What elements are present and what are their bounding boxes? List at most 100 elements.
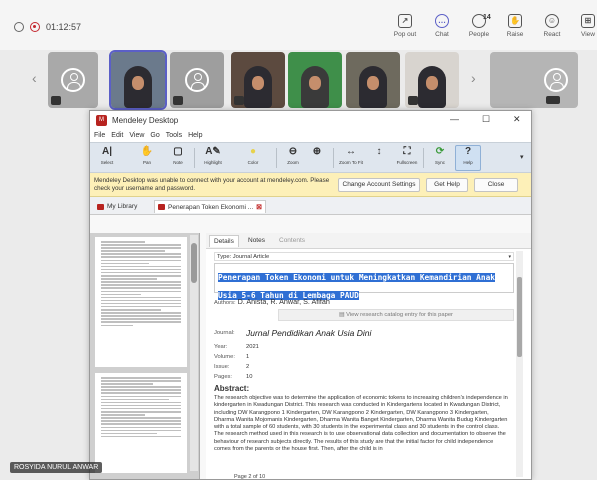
pdf-scrollbar[interactable] xyxy=(190,235,198,471)
participant-video xyxy=(418,66,446,108)
cursor-icon: A| xyxy=(101,146,113,157)
volume-row: Volume: 1 xyxy=(214,354,250,360)
toolbar-overflow-icon[interactable]: ▾ xyxy=(520,153,524,161)
participant-tile-video[interactable] xyxy=(346,52,400,108)
mic-off-icon xyxy=(408,96,418,105)
participant-video xyxy=(301,66,329,108)
toolbar-divider xyxy=(194,148,195,168)
pdf-page xyxy=(95,373,187,473)
mic-off-icon xyxy=(234,96,244,105)
menu-help[interactable]: Help xyxy=(188,132,202,139)
change-account-settings-button[interactable]: Change Account Settings xyxy=(338,178,420,192)
zoom-fit-button[interactable]: ↔ Zoom To Fit xyxy=(338,146,364,165)
details-scrollbar[interactable] xyxy=(516,251,523,477)
chevron-right-icon[interactable]: › xyxy=(471,70,476,86)
raise-hand-button[interactable]: ✋ Raise xyxy=(497,14,533,38)
fit-height-icon: ↕ xyxy=(376,146,382,157)
fullscreen-icon: ⛶ xyxy=(403,146,411,157)
color-icon: ● xyxy=(249,146,257,157)
participant-tile-video[interactable] xyxy=(109,50,167,110)
pages-row: Pages: 10 xyxy=(214,374,253,380)
pop-out-button[interactable]: ↗ Pop out xyxy=(387,14,423,38)
journal-field[interactable]: Jurnal Pendidikan Anak Usia Dini xyxy=(246,328,371,338)
participant-tile[interactable] xyxy=(170,52,224,108)
highlight-tool-button[interactable]: A✎ Highlight xyxy=(200,146,226,165)
pdf-page xyxy=(95,237,187,367)
view-button[interactable]: ⊞ View xyxy=(570,14,597,38)
get-help-button[interactable]: Get Help xyxy=(426,178,468,192)
details-scroll-thumb[interactable] xyxy=(517,277,522,357)
library-icon xyxy=(97,203,104,210)
volume-field[interactable]: 1 xyxy=(246,354,249,360)
select-tool-button[interactable]: A| Select xyxy=(94,146,120,165)
chevron-left-icon[interactable]: ‹ xyxy=(32,70,37,86)
abstract-text[interactable]: The research objective was to determine … xyxy=(214,395,510,477)
pdf-toolbar: A| Select ✋ Pan ▢ Note A✎ Highlight ● Co… xyxy=(90,142,531,173)
authors-field[interactable]: D. Anista, R. Anwar, S. Afifah xyxy=(238,297,330,306)
menu-file[interactable]: File xyxy=(94,132,105,139)
pdf-viewer[interactable] xyxy=(90,233,200,479)
toolbar-divider xyxy=(333,148,334,168)
fullscreen-button[interactable]: ⛶ Fullscreen xyxy=(394,146,420,165)
participant-strip: ‹ › xyxy=(28,50,583,110)
audio-icon xyxy=(546,96,560,104)
help-button[interactable]: ? Help xyxy=(455,145,481,171)
minimize-icon[interactable]: — xyxy=(450,114,459,124)
menu-tools[interactable]: Tools xyxy=(166,132,182,139)
zoom-in-icon: ⊕ xyxy=(312,146,322,157)
tab-contents[interactable]: Contents xyxy=(279,237,305,244)
avatar-icon xyxy=(61,68,85,92)
shield-icon xyxy=(14,22,24,32)
participant-tile[interactable] xyxy=(490,52,578,108)
document-view: Details Notes Contents Type: Journal Art… xyxy=(90,233,531,479)
pdf-scroll-thumb[interactable] xyxy=(191,243,197,283)
avatar-icon xyxy=(185,68,209,92)
title-field[interactable]: Penerapan Token Ekonomi untuk Meningkatk… xyxy=(214,263,514,300)
tab-notes[interactable]: Notes xyxy=(248,237,265,244)
maximize-icon[interactable]: ☐ xyxy=(482,114,490,125)
recording-icon xyxy=(30,22,40,32)
close-warning-button[interactable]: Close xyxy=(474,178,518,192)
authors-row: Authors: D. Anista, R. Anwar, S. Afifah xyxy=(214,297,330,306)
close-icon[interactable]: ✕ xyxy=(513,114,521,125)
chat-button[interactable]: … Chat xyxy=(424,14,460,38)
meeting-toolbar: 01:12:57 ↗ Pop out … Chat 14 People ✋ Ra… xyxy=(0,0,597,50)
menu-edit[interactable]: Edit xyxy=(111,132,123,139)
meeting-timer: 01:12:57 xyxy=(46,22,82,32)
document-type-select[interactable]: Type: Journal Article ▾ xyxy=(214,252,514,261)
fit-height-button[interactable]: ↕ xyxy=(366,146,392,160)
issue-field[interactable]: 2 xyxy=(246,364,249,370)
tab-document[interactable]: Penerapan Token Ekonomi ... ⊠ xyxy=(154,200,267,213)
view-catalog-button[interactable]: ▤ View research catalog entry for this p… xyxy=(278,309,514,321)
issue-row: Issue: 2 xyxy=(214,364,250,370)
participant-tile[interactable] xyxy=(48,52,98,108)
presenter-name-tag: ROSYIDA NURUL ANWAR xyxy=(10,462,103,473)
sync-button[interactable]: ⟳ Sync xyxy=(427,146,453,165)
mic-off-icon xyxy=(173,96,183,105)
chevron-down-icon: ▾ xyxy=(508,254,511,260)
participant-tile-video[interactable] xyxy=(405,52,459,108)
participant-tile-video[interactable] xyxy=(231,52,285,108)
menu-go[interactable]: Go xyxy=(150,132,159,139)
details-tabbar: Details Notes Contents xyxy=(206,233,531,249)
tab-my-library[interactable]: My Library xyxy=(94,200,140,213)
color-tool-button[interactable]: ● Color xyxy=(240,146,266,165)
pages-field[interactable]: 10 xyxy=(246,374,252,380)
close-tab-icon[interactable]: ⊠ xyxy=(256,203,262,211)
year-field[interactable]: 2021 xyxy=(246,344,259,350)
tab-details[interactable]: Details xyxy=(209,235,239,247)
view-icon: ⊞ xyxy=(581,14,595,28)
window-title: Mendeley Desktop xyxy=(112,115,179,125)
react-icon: ☺ xyxy=(545,14,559,28)
people-button[interactable]: 14 People xyxy=(461,14,497,38)
note-icon: ▢ xyxy=(173,146,183,157)
pan-tool-button[interactable]: ✋ Pan xyxy=(134,146,160,165)
react-button[interactable]: ☺ React xyxy=(534,14,570,38)
participant-tile-video[interactable] xyxy=(288,52,342,108)
menu-view[interactable]: View xyxy=(129,132,144,139)
zoom-out-button[interactable]: ⊖ Zoom xyxy=(280,146,306,165)
zoom-in-button[interactable]: ⊕ xyxy=(304,146,330,160)
document-tabs: My Library Penerapan Token Ekonomi ... ⊠ xyxy=(90,197,531,215)
pdf-icon xyxy=(158,204,165,210)
note-tool-button[interactable]: ▢ Note xyxy=(165,146,191,165)
